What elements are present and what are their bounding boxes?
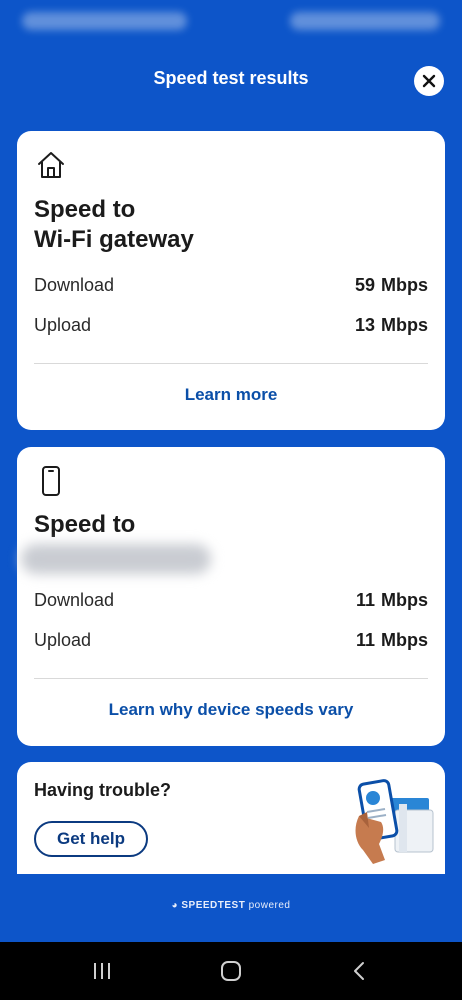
device-upload-label: Upload <box>34 630 92 650</box>
device-speeds-link[interactable]: Learn why device speeds vary <box>17 700 445 720</box>
device-upload-unit: Mbps <box>381 630 428 650</box>
header: Speed test results <box>0 56 462 104</box>
speedtest-powered-logo: ◕ SPEEDTEST powered <box>0 900 462 911</box>
device-title-line1: Speed to <box>34 511 136 538</box>
gateway-upload-value: 13 Mbps <box>355 315 428 336</box>
help-card-title: Having trouble? <box>34 780 172 800</box>
back-icon[interactable] <box>348 959 372 983</box>
device-download-number: 11 <box>355 590 375 610</box>
gateway-upload-unit: Mbps <box>381 315 428 335</box>
phone-icon <box>42 466 60 496</box>
speedtest-brand: SPEEDTEST <box>181 900 246 911</box>
device-speed-card: Speed to Download 11 Mbps Upload 11 Mbps L… <box>17 447 445 746</box>
home-icon <box>38 152 64 178</box>
device-upload-number: 11 <box>355 630 375 650</box>
gateway-download-number: 59 <box>354 275 375 295</box>
learn-more-link[interactable]: Learn more <box>17 385 445 405</box>
gateway-download-value: 59 Mbps <box>355 275 428 296</box>
gateway-download-label: Download <box>34 275 115 295</box>
gateway-upload-number: 13 <box>354 315 375 335</box>
device-name-blurred <box>21 544 211 574</box>
help-card: Having trouble? Get help <box>17 762 445 874</box>
get-help-button[interactable]: Get help <box>34 821 148 857</box>
gateway-title-line2: Wi-Fi gateway <box>34 226 194 253</box>
gateway-speed-card: Speed to Wi-Fi gateway Download 59 Mbps U… <box>17 131 445 430</box>
device-download-label: Download <box>34 590 115 610</box>
divider <box>34 363 428 364</box>
gateway-download-unit: Mbps <box>381 275 428 295</box>
status-bar-left-blurred <box>22 12 187 30</box>
device-download-value: 11 Mbps <box>356 590 428 611</box>
home-button-icon[interactable] <box>219 959 243 983</box>
gateway-upload-label: Upload <box>34 315 92 335</box>
recent-apps-icon[interactable] <box>90 959 114 983</box>
system-navigation-bar <box>0 942 462 1000</box>
device-download-unit: Mbps <box>381 590 428 610</box>
close-icon <box>422 74 436 88</box>
status-bar-right-blurred <box>290 12 440 30</box>
phone-help-illustration <box>355 779 434 864</box>
status-bar <box>0 0 462 46</box>
close-button[interactable] <box>414 66 444 96</box>
gateway-title-line1: Speed to <box>34 196 136 223</box>
powered-text: powered <box>248 900 291 911</box>
device-upload-value: 11 Mbps <box>356 630 428 651</box>
speedtest-icon: ◕ <box>171 900 179 911</box>
page-title: Speed test results <box>153 68 309 88</box>
divider <box>34 678 428 679</box>
